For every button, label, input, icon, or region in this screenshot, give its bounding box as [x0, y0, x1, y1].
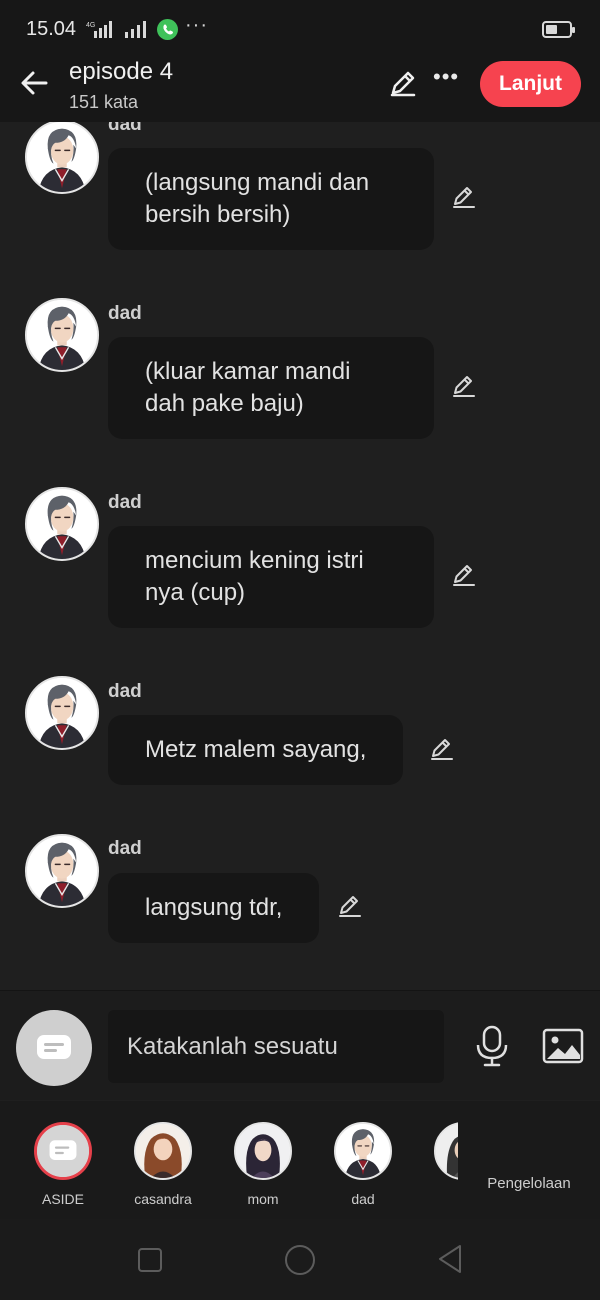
avatar[interactable]	[25, 676, 99, 750]
avatar[interactable]	[25, 298, 99, 372]
edit-pencil-icon[interactable]	[388, 68, 418, 98]
image-upload-icon[interactable]	[542, 1027, 584, 1065]
avatar	[134, 1122, 192, 1180]
word-count: 151 kata	[69, 92, 139, 112]
edit-message-icon[interactable]	[450, 372, 478, 400]
message-list[interactable]: dad (langsung mandi dan bersih bersih) d…	[0, 122, 600, 990]
system-back-icon[interactable]	[436, 1243, 464, 1275]
edit-message-icon[interactable]	[450, 561, 478, 589]
episode-title: episode 4	[69, 58, 174, 85]
svg-text:4G: 4G	[86, 22, 95, 29]
more-options-icon[interactable]: •••	[433, 64, 459, 90]
microphone-icon[interactable]	[474, 1025, 510, 1067]
message-bubble[interactable]: Metz malem sayang,	[108, 715, 404, 785]
avatar	[234, 1122, 292, 1180]
back-arrow-icon[interactable]	[18, 66, 52, 100]
avatar[interactable]	[25, 122, 99, 194]
edit-message-icon[interactable]	[450, 183, 478, 211]
chat-bubble-icon	[37, 1035, 71, 1059]
message-bubble[interactable]: langsung tdr,	[108, 873, 320, 943]
battery-icon	[542, 21, 575, 38]
character-label: ASIDE	[41, 1191, 84, 1207]
character-casandra[interactable]: casandra	[123, 1122, 203, 1207]
aside-toggle-button[interactable]	[16, 1010, 92, 1086]
recents-icon[interactable]	[138, 1248, 162, 1272]
whatsapp-icon	[157, 19, 178, 40]
header: episode 4 151 kata ••• Lanjut	[0, 58, 600, 122]
speaker-name: dad	[108, 681, 142, 702]
edit-message-icon[interactable]	[428, 735, 456, 763]
system-nav-bar	[0, 1219, 600, 1300]
edit-message-icon[interactable]	[336, 892, 364, 920]
character-bar-edge	[458, 1101, 470, 1219]
character-aside[interactable]: ASIDE	[23, 1122, 103, 1207]
avatar	[334, 1122, 392, 1180]
composer	[0, 990, 600, 1100]
home-icon[interactable]	[285, 1245, 315, 1275]
speaker-name: dad	[108, 492, 142, 513]
signal-icon	[125, 21, 146, 38]
message-bubble[interactable]: (kluar kamar mandi dah pake baju)	[108, 337, 434, 439]
character-label: casandra	[134, 1191, 192, 1207]
message-input[interactable]	[108, 1010, 444, 1083]
avatar[interactable]	[25, 834, 99, 908]
manage-label: Pengelolaan	[487, 1175, 571, 1192]
signal-4g-icon: 4G	[86, 21, 112, 38]
message-bubble[interactable]: (langsung mandi dan bersih bersih)	[108, 148, 434, 250]
character-label: dad	[351, 1191, 375, 1207]
message-bubble[interactable]: mencium kening istri nya (cup)	[108, 526, 434, 628]
character-dad[interactable]: dad	[323, 1122, 403, 1207]
character-label: mom	[247, 1191, 279, 1207]
character-bar: ASIDE casandra mom dad Pengelolaan	[0, 1101, 600, 1219]
character-mom[interactable]: mom	[223, 1122, 303, 1207]
speaker-name: dad	[108, 122, 142, 135]
speaker-name: dad	[108, 838, 142, 859]
manage-characters-button[interactable]: Pengelolaan	[470, 1101, 600, 1219]
status-bar: 15.04 4G ···	[0, 0, 600, 58]
aside-avatar	[34, 1122, 92, 1180]
status-more-icon: ···	[185, 14, 208, 36]
status-time: 15.04	[26, 18, 77, 40]
next-button[interactable]: Lanjut	[480, 61, 581, 107]
speaker-name: dad	[108, 303, 142, 324]
avatar[interactable]	[25, 487, 99, 561]
